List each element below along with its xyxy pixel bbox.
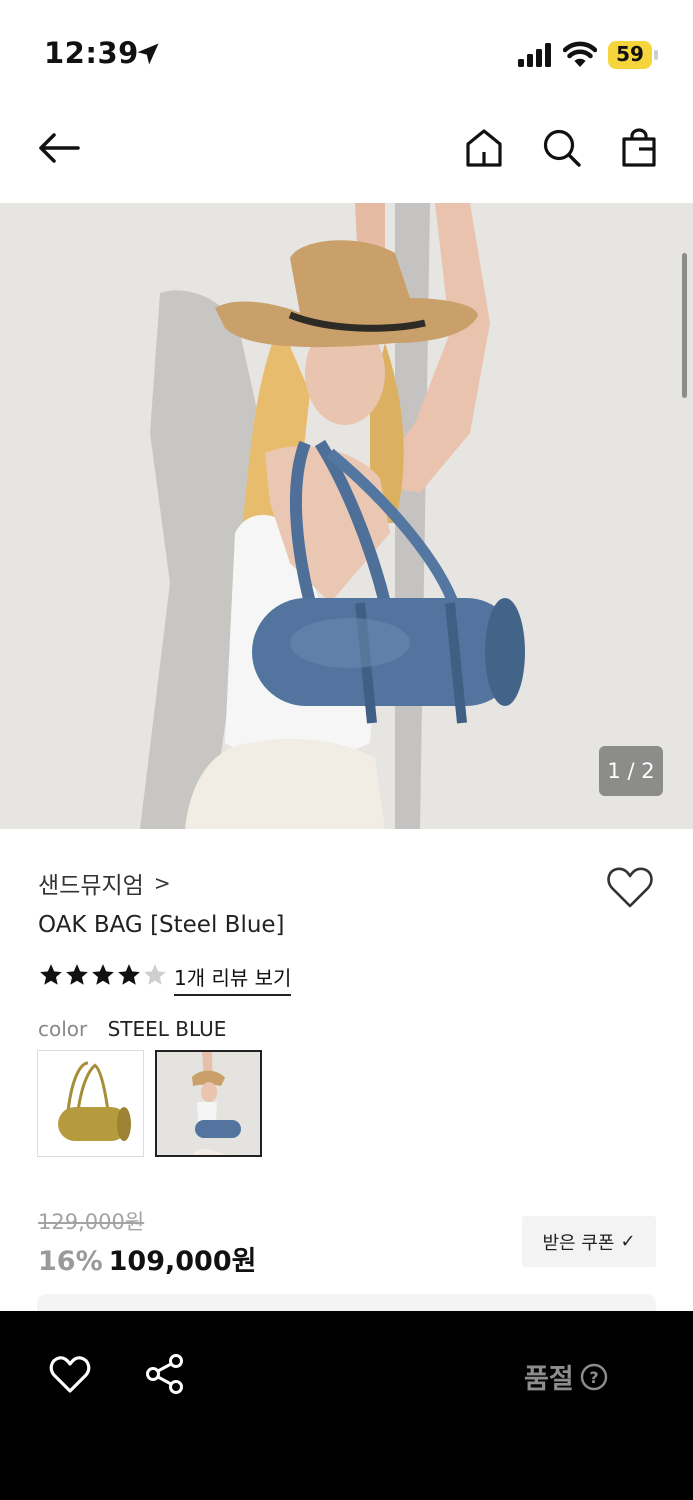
star-filled-icon — [92, 964, 114, 985]
battery-icon: 59 — [608, 41, 658, 69]
color-option-steel-blue[interactable] — [155, 1050, 262, 1157]
wishlist-button[interactable] — [606, 866, 654, 910]
chevron-right-icon: > — [153, 871, 171, 895]
star-empty-icon — [144, 964, 166, 985]
bottom-wishlist-button[interactable] — [49, 1355, 91, 1395]
status-time: 12:39 — [44, 36, 139, 70]
product-photo — [0, 203, 693, 829]
battery-nub — [654, 50, 658, 60]
review-link[interactable]: 1개 리뷰 보기 — [174, 962, 292, 996]
color-options — [37, 1050, 273, 1157]
help-symbol: ? — [589, 1368, 598, 1387]
status-bar: 12:39 59 — [0, 0, 693, 100]
sale-price: 109,000원 — [108, 1246, 257, 1277]
oak-bag-thumbnail — [38, 1051, 143, 1156]
location-arrow-icon — [137, 43, 159, 65]
shopping-bag-icon — [622, 128, 656, 167]
home-button[interactable] — [459, 123, 509, 173]
battery-level: 59 — [616, 42, 644, 66]
color-option-oak[interactable] — [37, 1050, 144, 1157]
search-button[interactable] — [537, 123, 587, 173]
original-price: 129,000원 — [38, 1210, 145, 1234]
product-image-gallery[interactable]: 1 / 2 — [0, 203, 693, 829]
back-arrow-icon — [39, 133, 80, 163]
steel-blue-bag-thumbnail — [157, 1052, 260, 1155]
color-row: color STEEL BLUE — [38, 1017, 226, 1041]
back-button[interactable] — [34, 123, 84, 173]
discount-rate: 16% — [38, 1246, 103, 1277]
heart-icon — [607, 867, 653, 908]
check-icon: ✓ — [620, 1231, 636, 1252]
wifi-icon — [563, 41, 597, 67]
image-pager: 1 / 2 — [599, 746, 663, 796]
color-label: color — [38, 1017, 88, 1041]
sold-out-label: 품절 — [524, 1364, 574, 1395]
search-icon — [543, 129, 581, 167]
image-scroll-indicator — [682, 253, 687, 398]
share-button[interactable] — [144, 1353, 186, 1395]
rating-stars — [38, 962, 168, 988]
product-name: OAK BAG [Steel Blue] — [38, 912, 285, 938]
top-nav-bar — [0, 100, 693, 203]
help-circle-icon[interactable]: ? — [580, 1363, 608, 1391]
share-icon — [146, 1354, 183, 1394]
sold-out-status: 품절 ? — [524, 1357, 608, 1396]
color-value: STEEL BLUE — [107, 1017, 227, 1041]
star-filled-icon — [40, 964, 62, 985]
cart-button[interactable] — [614, 123, 664, 173]
coupon-label: 받은 쿠폰 — [542, 1232, 615, 1254]
brand-link[interactable]: 샌드뮤지엄 > — [38, 866, 171, 900]
home-icon — [466, 129, 502, 167]
star-filled-icon — [118, 964, 140, 985]
received-coupon-button[interactable]: 받은 쿠폰 ✓ — [522, 1216, 656, 1267]
price-row: 16% 109,000원 — [38, 1239, 256, 1278]
heart-icon — [49, 1356, 91, 1393]
bottom-action-bar: 품절 ? — [0, 1311, 693, 1500]
star-filled-icon — [66, 964, 88, 985]
brand-name: 샌드뮤지엄 — [38, 873, 144, 899]
cellular-signal-icon — [518, 43, 551, 67]
